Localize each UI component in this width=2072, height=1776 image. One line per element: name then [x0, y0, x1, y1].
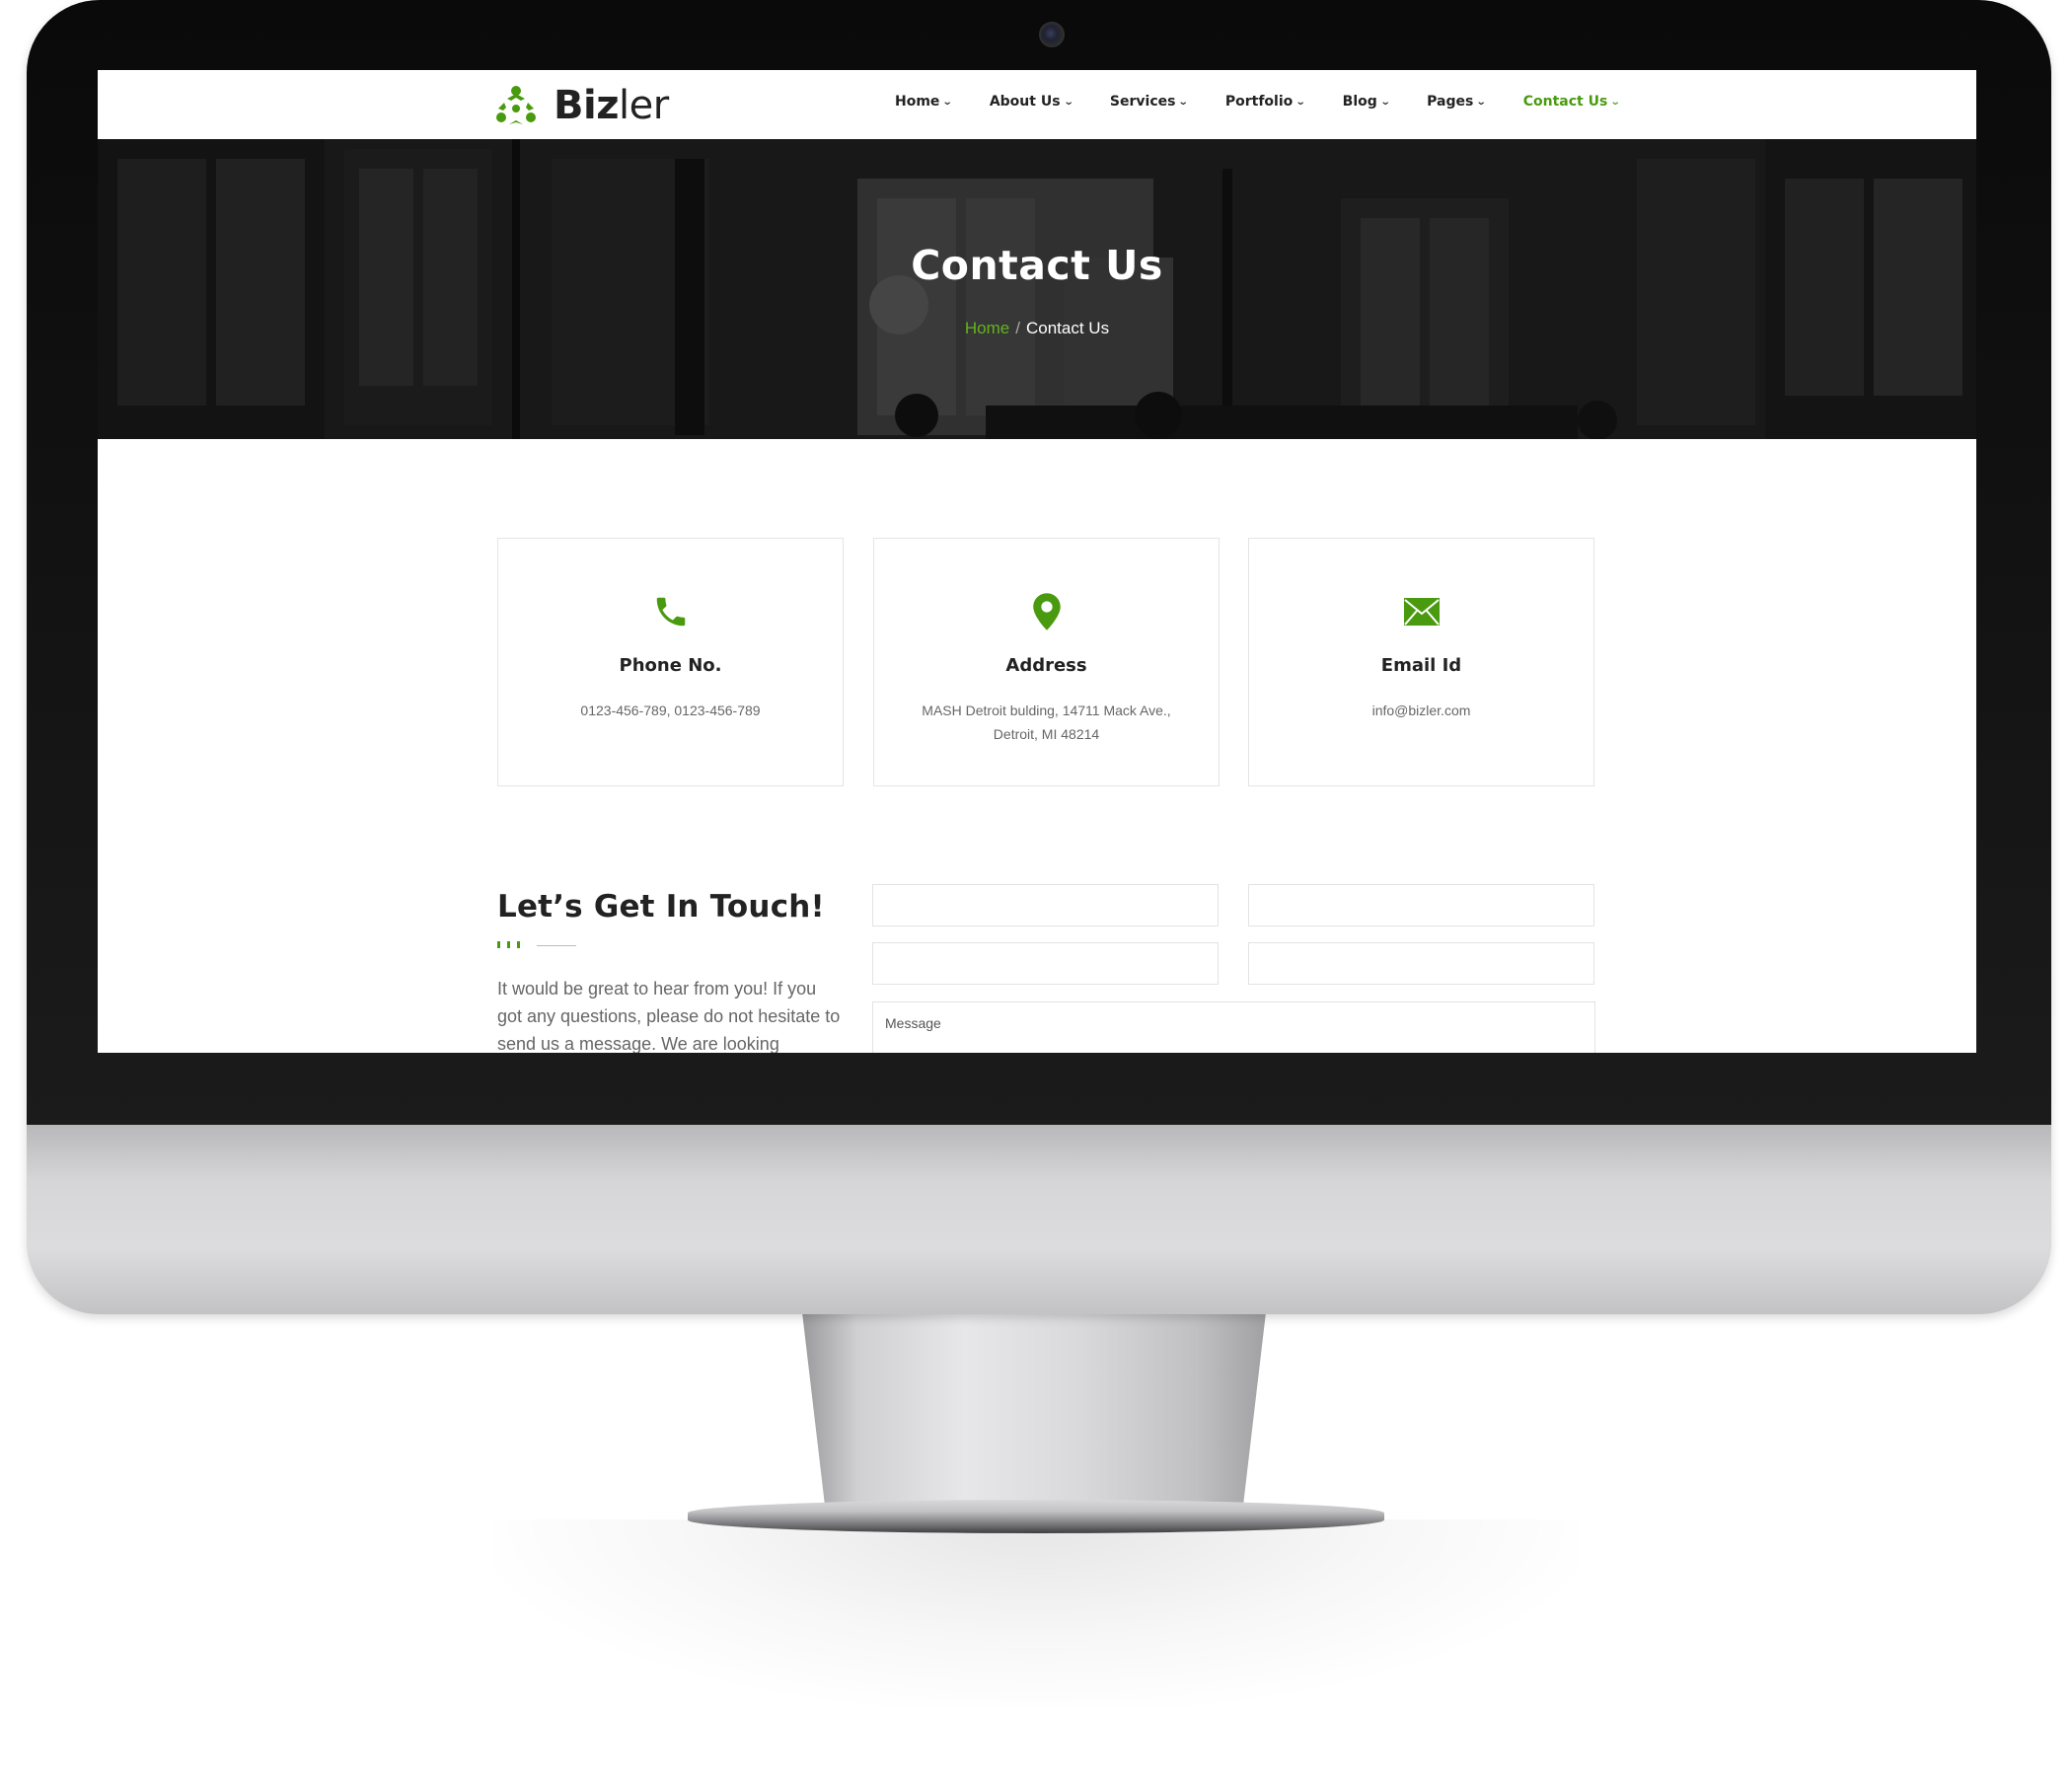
chevron-down-icon: ⌄: [1610, 96, 1621, 108]
hero-overlay: [98, 139, 1976, 439]
divider-line: [537, 945, 576, 946]
chevron-down-icon: ⌄: [1295, 96, 1306, 108]
breadcrumb-separator: /: [1015, 319, 1020, 337]
chevron-down-icon: ⌄: [1379, 96, 1391, 108]
message-textarea[interactable]: Message: [872, 1001, 1595, 1053]
nav-item-label: Services: [1109, 94, 1176, 110]
email-field[interactable]: [1248, 884, 1594, 926]
logo[interactable]: Bizler: [494, 83, 669, 128]
contact-card-address: Address MASH Detroit bulding, 14711 Mack…: [873, 538, 1220, 786]
logo-text-light: ler: [618, 83, 669, 128]
card-title: Phone No.: [619, 655, 722, 676]
logo-icon: [496, 86, 536, 124]
nav-item-contact-us[interactable]: Contact Us ⌄: [1522, 94, 1621, 110]
nav-item-label: About Us: [989, 94, 1061, 110]
subject-field[interactable]: [1248, 942, 1594, 985]
nav-item-label: Pages: [1427, 94, 1474, 110]
nav-item-label: Blog: [1342, 94, 1377, 110]
divider-tick: [497, 941, 500, 948]
page-title: Contact Us: [911, 242, 1163, 289]
monitor-stand-base: [688, 1500, 1384, 1533]
breadcrumb-home-link[interactable]: Home: [965, 319, 1009, 337]
breadcrumb-current: Contact Us: [1026, 319, 1110, 337]
logo-text-bold: Biz: [554, 83, 619, 128]
breadcrumb: Home / Contact Us: [98, 319, 1976, 338]
card-text: 0123-456-789, 0123-456-789: [580, 703, 761, 718]
nav-item-blog[interactable]: Blog ⌄: [1342, 94, 1391, 110]
phone-field[interactable]: [872, 942, 1219, 985]
nav-item-about-us[interactable]: About Us ⌄: [990, 94, 1073, 110]
chevron-down-icon: ⌄: [942, 96, 954, 108]
nav-item-home[interactable]: Home ⌄: [895, 94, 954, 110]
contact-info-cards: Phone No. 0123-456-789, 0123-456-789 Add…: [497, 538, 1594, 786]
monitor-stand-neck: [802, 1312, 1266, 1510]
chevron-down-icon: ⌄: [1476, 96, 1487, 108]
divider-tick: [507, 941, 510, 948]
phone-icon: [651, 592, 691, 631]
monitor-chin: [27, 1125, 2051, 1314]
heading-divider: [497, 941, 586, 949]
envelope-icon: [1402, 592, 1442, 631]
card-title: Email Id: [1380, 655, 1462, 676]
message-placeholder: Message: [885, 1015, 941, 1031]
nav-item-pages[interactable]: Pages ⌄: [1427, 94, 1487, 110]
name-field[interactable]: [872, 884, 1219, 926]
nav-item-services[interactable]: Services ⌄: [1109, 94, 1190, 110]
get-in-touch-heading: Let’s Get In Touch!: [497, 889, 825, 925]
main-nav: Home ⌄ About Us ⌄ Services ⌄ Portfolio ⌄ Blo…: [895, 94, 1658, 110]
get-in-touch-text: It would be great to hear from you! If y…: [497, 979, 841, 1053]
chevron-down-icon: ⌄: [1178, 96, 1190, 108]
chevron-down-icon: ⌄: [1063, 96, 1074, 108]
floor-shadow: [493, 1519, 1579, 1707]
card-text: info@bizler.com: [1371, 703, 1471, 718]
nav-item-label: Home: [895, 94, 940, 110]
hero-banner: Contact Us Home / Contact Us: [98, 139, 1976, 439]
contact-card-email: Email Id info@bizler.com: [1248, 538, 1594, 786]
divider-tick: [517, 941, 520, 948]
camera-icon: [1039, 22, 1065, 47]
nav-item-label: Contact Us: [1522, 94, 1608, 110]
screen: Bizler Home ⌄ About Us ⌄ Services ⌄ Portfol…: [98, 70, 1976, 1053]
contact-card-phone: Phone No. 0123-456-789, 0123-456-789: [497, 538, 844, 786]
map-pin-icon: [1027, 592, 1067, 631]
nav-item-label: Portfolio: [1224, 94, 1294, 110]
nav-item-portfolio[interactable]: Portfolio ⌄: [1224, 94, 1306, 110]
card-text: MASH Detroit bulding, 14711 Mack Ave., D…: [922, 703, 1171, 742]
logo-text: Bizler: [554, 83, 669, 128]
navbar: Bizler Home ⌄ About Us ⌄ Services ⌄ Portfol…: [98, 70, 1976, 139]
card-title: Address: [1005, 655, 1087, 676]
